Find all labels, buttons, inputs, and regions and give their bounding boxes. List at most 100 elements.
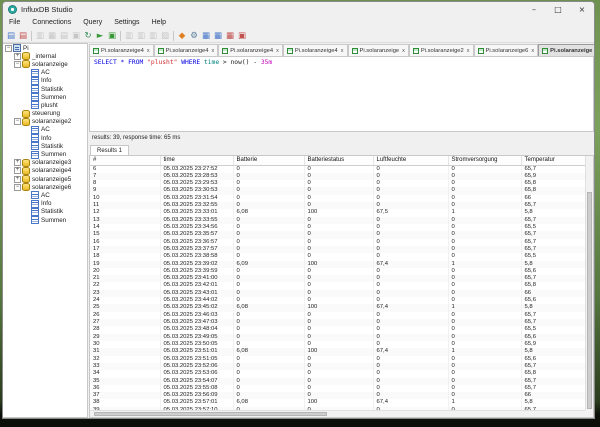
close-results-icon[interactable]: ▣ xyxy=(236,30,248,42)
menu-file[interactable]: File xyxy=(3,17,26,29)
tree-expander-minus[interactable]: − xyxy=(14,118,21,125)
vertical-scrollbar[interactable] xyxy=(585,156,593,410)
tab-close-icon[interactable]: x xyxy=(467,48,470,54)
table-row[interactable]: 2005.03.2025 23:39:59000065,6 xyxy=(90,268,586,275)
tree-item-pi[interactable]: −Pi xyxy=(3,44,87,52)
table-row[interactable]: 3205.03.2025 23:51:05000065,6 xyxy=(90,356,586,363)
table-row[interactable]: 3505.03.2025 23:54:07000065,7 xyxy=(90,378,586,385)
table-row[interactable]: 1205.03.2025 23:33:016,0810067,515,8 xyxy=(90,209,586,216)
table-row[interactable]: 1605.03.2025 23:36:57000065,7 xyxy=(90,239,586,246)
title-bar[interactable]: InfluxDB Studio – □ × xyxy=(3,2,594,17)
tab-close-icon[interactable]: x xyxy=(531,48,534,54)
column-header-luftfeuchte[interactable]: Luftfeuchte xyxy=(373,156,448,165)
tree-expander-plus[interactable]: + xyxy=(14,176,21,183)
table-row[interactable]: 2605.03.2025 23:46:03000065,7 xyxy=(90,312,586,319)
tab-close-icon[interactable]: x xyxy=(341,48,344,54)
table-row[interactable]: 3605.03.2025 23:55:08000065,7 xyxy=(90,385,586,392)
tab-pi.solaranzeige4[interactable]: Pi.solaranzeige4x xyxy=(154,44,219,56)
tree-item-solaranzeige5[interactable]: +solaranzeige5 xyxy=(3,175,87,183)
tree-item-_internal[interactable]: +_internal xyxy=(3,52,87,60)
menu-help[interactable]: Help xyxy=(146,17,172,29)
table-row[interactable]: 1005.03.2025 23:31:54000066 xyxy=(90,195,586,202)
tree-expander-minus[interactable]: − xyxy=(5,45,12,52)
tree-expander-plus[interactable]: + xyxy=(14,167,21,174)
table-row[interactable]: 3105.03.2025 23:51:016,0810067,415,8 xyxy=(90,348,586,355)
tree-item-solaranzeige6[interactable]: −solaranzeige6 xyxy=(3,183,87,191)
table-row[interactable]: 1305.03.2025 23:33:55000065,7 xyxy=(90,217,586,224)
run-query-icon[interactable]: ► xyxy=(94,30,106,42)
tree-item-ac[interactable]: AC xyxy=(3,126,87,134)
minimize-button[interactable]: – xyxy=(522,2,546,17)
tree-item-solaranzeige3[interactable]: +solaranzeige3 xyxy=(3,159,87,167)
horizontal-scrollbar-thumb[interactable] xyxy=(94,412,327,416)
table-row[interactable]: 2505.03.2025 23:45:026,0810067,415,8 xyxy=(90,304,586,311)
table-row[interactable]: 1105.03.2025 23:32:55000065,7 xyxy=(90,202,586,209)
table-row[interactable]: 2705.03.2025 23:47:03000065,7 xyxy=(90,319,586,326)
tree-item-statistik[interactable]: Statistik xyxy=(3,85,87,93)
table-row[interactable]: 1905.03.2025 23:39:026,0910067,415,8 xyxy=(90,261,586,268)
table-row[interactable]: 805.03.2025 23:29:53000065,8 xyxy=(90,180,586,187)
query-editor[interactable]: SELECT * FROM "plusht" WHERE time > now(… xyxy=(89,56,594,132)
settings-icon[interactable]: ⚙ xyxy=(188,30,200,42)
table-row[interactable]: 2105.03.2025 23:41:00000065,7 xyxy=(90,275,586,282)
tree-item-plusht[interactable]: plusht xyxy=(3,101,87,109)
table-row[interactable]: 2305.03.2025 23:43:01000066 xyxy=(90,290,586,297)
table-row[interactable]: 2405.03.2025 23:44:02000065,6 xyxy=(90,297,586,304)
remove-database-icon[interactable]: ▤ xyxy=(17,30,29,42)
maximize-button[interactable]: □ xyxy=(546,2,570,17)
column-header-temperatur[interactable]: Temperatur xyxy=(521,156,586,165)
tree-item-ac[interactable]: AC xyxy=(3,191,87,199)
menu-settings[interactable]: Settings xyxy=(108,17,145,29)
table-row[interactable]: 1805.03.2025 23:38:58000065,5 xyxy=(90,253,586,260)
table-row[interactable]: 2905.03.2025 23:49:05000065,6 xyxy=(90,334,586,341)
tab-pi.solaranzeige4[interactable]: Pi.solaranzeige4x xyxy=(218,44,283,56)
table-row[interactable]: 1505.03.2025 23:35:57000065,7 xyxy=(90,231,586,238)
table-row[interactable]: 3705.03.2025 23:56:09000066 xyxy=(90,392,586,399)
results-tab[interactable]: Results 1 xyxy=(90,145,129,155)
column-header-batterie[interactable]: Batterie xyxy=(233,156,304,165)
tree-expander-plus[interactable]: + xyxy=(14,159,21,166)
tree-item-ac[interactable]: AC xyxy=(3,69,87,77)
tab-close-icon[interactable]: x xyxy=(212,48,215,54)
table-row[interactable]: 3805.03.2025 23:57:016,0810067,415,8 xyxy=(90,399,586,406)
refresh-icon[interactable]: ↻ xyxy=(82,30,94,42)
table-row[interactable]: 2205.03.2025 23:42:01000065,8 xyxy=(90,282,586,289)
tree-expander-plus[interactable]: + xyxy=(14,53,21,60)
tree-item-solaranzeige2[interactable]: −solaranzeige2 xyxy=(3,118,87,126)
tab-pi.solaranzeige6[interactable]: Pi.solaranzeige6x xyxy=(474,44,539,56)
tree-expander-minus[interactable]: − xyxy=(14,61,21,68)
tree-item-statistik[interactable]: Statistik xyxy=(3,208,87,216)
table-results-icon[interactable]: ▦ xyxy=(212,30,224,42)
tree-item-info[interactable]: Info xyxy=(3,200,87,208)
table-row[interactable]: 3405.03.2025 23:53:06000065,8 xyxy=(90,370,586,377)
horizontal-scrollbar[interactable] xyxy=(90,410,585,417)
tree-item-summen[interactable]: Summen xyxy=(3,216,87,224)
table-row[interactable]: 3005.03.2025 23:50:05000065,9 xyxy=(90,341,586,348)
table-row[interactable]: 705.03.2025 23:28:53000065,9 xyxy=(90,173,586,180)
tab-pi.solaranzeige[interactable]: Pi.solaranzeigex xyxy=(538,44,594,56)
table-row[interactable]: 3305.03.2025 23:52:06000065,7 xyxy=(90,363,586,370)
tree-item-info[interactable]: Info xyxy=(3,134,87,142)
clear-grid-icon[interactable]: ▦ xyxy=(224,30,236,42)
link-icon[interactable]: ◆ xyxy=(176,30,188,42)
tab-close-icon[interactable]: x xyxy=(402,48,405,54)
vertical-scrollbar-thumb[interactable] xyxy=(587,192,592,409)
column-header-num[interactable]: # xyxy=(90,156,160,165)
table-row[interactable]: 2805.03.2025 23:48:04000065,5 xyxy=(90,326,586,333)
tab-pi.solaranzeige2[interactable]: Pi.solaranzeige2x xyxy=(409,44,474,56)
tree-item-statistik[interactable]: Statistik xyxy=(3,142,87,150)
grid-results-icon[interactable]: ▦ xyxy=(200,30,212,42)
tab-close-icon[interactable]: x xyxy=(276,48,279,54)
connect-database-icon[interactable]: ▤ xyxy=(5,30,17,42)
menu-connections[interactable]: Connections xyxy=(26,17,77,29)
tree-item-summen[interactable]: Summen xyxy=(3,93,87,101)
menu-query[interactable]: Query xyxy=(77,17,108,29)
tree-item-solaranzeige[interactable]: −solaranzeige xyxy=(3,60,87,68)
tree-item-steuerung[interactable]: steuerung xyxy=(3,110,87,118)
table-row[interactable]: 905.03.2025 23:30:53000065,8 xyxy=(90,187,586,194)
column-header-time[interactable]: time xyxy=(160,156,233,165)
column-header-batteriestatus[interactable]: Batteriestatus xyxy=(304,156,373,165)
tree-item-summen[interactable]: Summen xyxy=(3,150,87,158)
tab-pi.solaranzeige4[interactable]: Pi.solaranzeige4x xyxy=(89,44,154,56)
table-row[interactable]: 1405.03.2025 23:34:56000065,5 xyxy=(90,224,586,231)
